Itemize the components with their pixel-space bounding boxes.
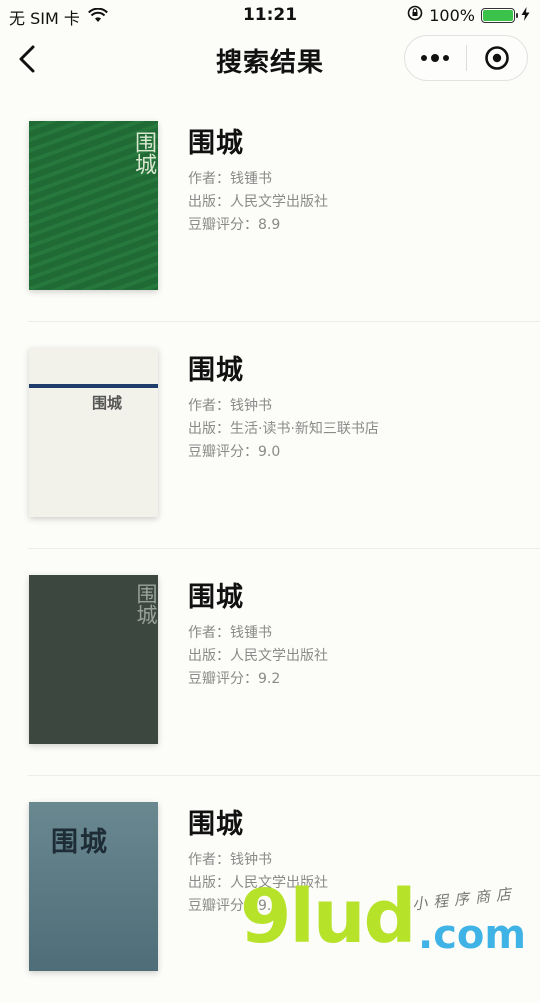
cover-title: 围城	[92, 394, 123, 412]
search-result-list: 围城 围城 作者：钱锺书 出版：人民文学出版社 豆瓣评分：8.9 围城 围城 作…	[0, 95, 540, 1003]
mini-program-capsule	[404, 35, 528, 81]
book-author: 作者：钱锺书	[188, 171, 272, 187]
book-rating: 豆瓣评分：8.9	[188, 217, 281, 233]
cover-title: 围城	[131, 131, 156, 175]
charging-icon	[521, 6, 530, 25]
book-publisher: 出版：生活·读书·新知三联书店	[188, 421, 379, 437]
book-rating: 豆瓣评分：9.2	[188, 671, 281, 687]
cover-title: 围城	[51, 827, 109, 858]
status-bar: 无 SIM 卡 11:21 100%	[0, 0, 540, 30]
book-rating: 豆瓣评分：9.0	[188, 444, 281, 460]
book-cover: 围城	[29, 575, 158, 744]
book-item[interactable]: 围城 围城 作者：钱锺书 出版：人民文学出版社 豆瓣评分：8.9	[0, 95, 540, 322]
battery-percent: 100%	[429, 5, 475, 25]
book-publisher: 出版：人民文学出版社	[188, 648, 328, 664]
book-publisher: 出版：人民文学出版社	[188, 875, 328, 891]
close-mini-program-button[interactable]	[467, 36, 528, 80]
more-dots-icon	[421, 54, 450, 62]
book-rating: 豆瓣评分：9.1	[188, 898, 281, 914]
book-title: 围城	[188, 355, 244, 386]
book-author: 作者：钱锺书	[188, 625, 272, 641]
cover-stripe	[29, 384, 158, 388]
book-cover: 围城	[29, 802, 158, 971]
rotation-lock-icon	[407, 5, 423, 25]
book-title: 围城	[188, 128, 244, 159]
book-title: 围城	[188, 582, 244, 613]
nav-bar: 搜索结果	[0, 30, 540, 88]
book-item[interactable]: 围城 围城 作者：钱锺书 出版：人民文学出版社 豆瓣评分：9.2	[0, 549, 540, 776]
book-cover: 围城	[29, 121, 158, 290]
book-item[interactable]: 围城 围城 作者：钱钟书 出版：生活·读书·新知三联书店 豆瓣评分：9.0	[0, 322, 540, 549]
more-button[interactable]	[405, 36, 466, 80]
book-publisher: 出版：人民文学出版社	[188, 194, 328, 210]
cover-title: 围城	[134, 583, 158, 625]
target-close-icon	[484, 46, 509, 70]
book-author: 作者：钱钟书	[188, 398, 272, 414]
book-item[interactable]: 围城 围城 作者：钱钟书 出版：人民文学出版社 豆瓣评分：9.1	[0, 776, 540, 1003]
book-author: 作者：钱钟书	[188, 852, 272, 868]
book-cover: 围城	[29, 348, 158, 517]
battery-icon	[481, 7, 518, 23]
book-title: 围城	[188, 809, 244, 840]
